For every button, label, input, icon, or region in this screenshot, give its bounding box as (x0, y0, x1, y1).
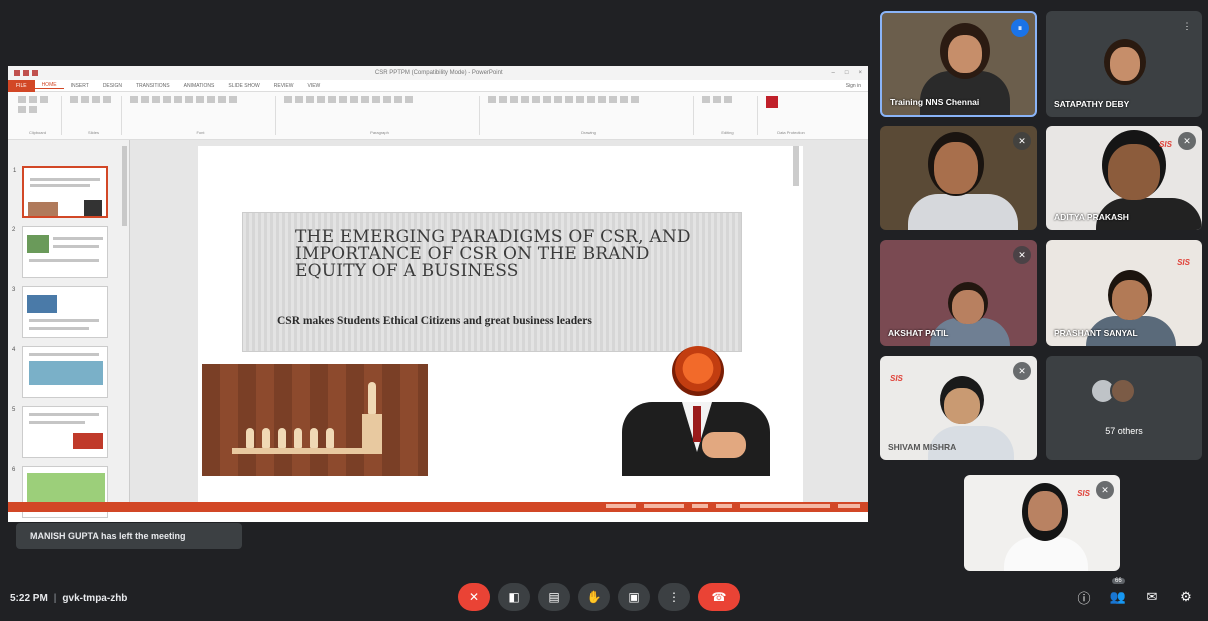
ribbon-group-clipboard[interactable]: Clipboard (14, 96, 62, 135)
participant-name: AKSHAT PATIL (888, 328, 949, 338)
hand-icon[interactable]: ✋ (578, 583, 610, 611)
others-avatars (1090, 378, 1136, 404)
participant-name: SHIVAM MISHRA (888, 442, 957, 452)
participant-name: Training NNS Chennai (890, 97, 980, 107)
slide-thumbnails: 1 2 3 4 5 6 (8, 140, 130, 518)
tab-home[interactable]: HOME (34, 82, 64, 89)
captions-icon[interactable]: ▤ (538, 583, 570, 611)
thumbnail-scrollbar[interactable] (122, 146, 127, 226)
tab-design[interactable]: DESIGN (96, 83, 129, 89)
meeting-time: 5:22 PM (10, 593, 48, 604)
meeting-code: gvk-tmpa-zhb (62, 593, 128, 604)
slide-image-businessman (612, 346, 772, 476)
slide-image-figures (202, 364, 428, 476)
others-tile[interactable]: 57 others (1046, 356, 1202, 460)
info-icon[interactable]: ⓘ (1074, 587, 1094, 607)
call-controls: ✕ ◧ ▤ ✋ ▣ ⋮ ☎ (458, 583, 740, 611)
slide-thumb-4[interactable]: 4 (12, 346, 108, 398)
undo-icon[interactable] (23, 70, 29, 76)
people-icon[interactable]: 66 👥 (1108, 578, 1128, 607)
slide-thumb-1[interactable]: 1 (13, 166, 108, 218)
chat-icon[interactable]: ✉ (1142, 587, 1162, 607)
ppt-titlebar: CSR PPTPM (Compatibility Mode) - PowerPo… (8, 66, 868, 80)
maximize-icon[interactable]: □ (845, 70, 849, 76)
close-icon[interactable]: × (858, 70, 862, 76)
tab-slide-show[interactable]: SLIDE SHOW (221, 83, 266, 89)
ribbon-group-editing[interactable]: Editing (698, 96, 758, 135)
mic-off-icon: ✕ (1178, 132, 1196, 150)
participant-tile[interactable]: ✕ (880, 126, 1037, 230)
avatar (1110, 378, 1136, 404)
mic-off-icon: ✕ (1096, 481, 1114, 499)
slide-title: THE EMERGING PARADIGMS OF CSR, AND IMPOR… (295, 227, 691, 281)
participant-tile[interactable]: ⏸ Training NNS Chennai (880, 11, 1037, 117)
ribbon-group-data-protection[interactable]: Data Protection (762, 96, 820, 135)
ppt-workspace: 1 2 3 4 5 6 THE EMERGING PARADIGMS OF CS… (8, 140, 868, 518)
ribbon: Clipboard Slides Font Paragraph Drawing … (8, 92, 868, 140)
quick-access-toolbar[interactable] (14, 70, 38, 76)
end-call-icon[interactable]: ☎ (698, 583, 740, 611)
others-count-label: 57 others (1105, 426, 1143, 436)
ribbon-group-font[interactable]: Font (126, 96, 276, 135)
tab-insert[interactable]: INSERT (64, 83, 96, 89)
slide-canvas[interactable]: THE EMERGING PARADIGMS OF CSR, AND IMPOR… (198, 146, 803, 508)
more-icon[interactable]: ⋮ (658, 583, 690, 611)
participant-name: ADITYA PRAKASH (1054, 212, 1129, 222)
ribbon-group-slides[interactable]: Slides (66, 96, 122, 135)
slide-subtitle: CSR makes Students Ethical Citizens and … (277, 315, 592, 327)
presentation-window[interactable]: CSR PPTPM (Compatibility Mode) - PowerPo… (8, 66, 868, 522)
bottom-bar: 5:22 PM | gvk-tmpa-zhb ✕ ◧ ▤ ✋ ▣ ⋮ ☎ ⓘ 66 👥… (0, 577, 1208, 621)
people-count-badge: 66 (1112, 578, 1125, 584)
ribbon-group-paragraph[interactable]: Paragraph (280, 96, 480, 135)
activities-icon[interactable]: ⚙ (1176, 587, 1196, 607)
mic-off-icon: ✕ (1013, 362, 1031, 380)
brand-logo: SIS (890, 374, 903, 383)
brand-logo: SIS (1077, 489, 1090, 498)
ppt-statusbar (8, 502, 868, 512)
notification-toast: MANISH GUPTA has left the meeting (16, 523, 242, 549)
tab-animations[interactable]: ANIMATIONS (177, 83, 222, 89)
participant-tile[interactable]: SIS ✕ ADITYA PRAKASH (1046, 126, 1202, 230)
ribbon-tabs: FILE HOME INSERT DESIGN TRANSITIONS ANIM… (8, 79, 868, 92)
slide-scrollbar[interactable] (793, 146, 799, 186)
side-controls: ⓘ 66 👥 ✉ ⚙ (1074, 578, 1196, 607)
mic-off-icon[interactable]: ✕ (458, 583, 490, 611)
sign-in-link[interactable]: Sign in (839, 83, 868, 89)
minimize-icon[interactable]: – (832, 70, 835, 76)
slide-thumb-2[interactable]: 2 (12, 226, 108, 278)
brand-logo: SIS (1159, 140, 1172, 149)
camera-icon[interactable]: ◧ (498, 583, 530, 611)
mic-off-icon: ✕ (1013, 246, 1031, 264)
slide-thumb-3[interactable]: 3 (12, 286, 108, 338)
participant-tile[interactable]: ✕ AKSHAT PATIL (880, 240, 1037, 346)
participant-tile[interactable]: SIS ✕ SHIVAM MISHRA (880, 356, 1037, 460)
mic-off-icon: ✕ (1013, 132, 1031, 150)
ppt-file-title: CSR PPTPM (Compatibility Mode) - PowerPo… (374, 70, 503, 76)
tab-transitions[interactable]: TRANSITIONS (129, 83, 177, 89)
save-icon[interactable] (14, 70, 20, 76)
tab-review[interactable]: REVIEW (267, 83, 301, 89)
self-view-tile[interactable]: SIS ✕ (964, 475, 1120, 571)
brand-logo: SIS (1177, 258, 1190, 267)
participant-name: SATAPATHY DEBY (1054, 99, 1130, 109)
participant-name: PRASHANT SANYAL (1054, 328, 1138, 338)
slide-title-banner: THE EMERGING PARADIGMS OF CSR, AND IMPOR… (242, 212, 742, 352)
window-controls[interactable]: – □ × (832, 70, 862, 76)
participant-tile[interactable]: SIS PRASHANT SANYAL (1046, 240, 1202, 346)
redo-icon[interactable] (32, 70, 38, 76)
tab-view[interactable]: VIEW (301, 83, 328, 89)
meet-window: CSR PPTPM (Compatibility Mode) - PowerPo… (0, 0, 1208, 621)
present-icon[interactable]: ▣ (618, 583, 650, 611)
mic-off-icon: ⋮ (1182, 21, 1192, 31)
tab-file[interactable]: FILE (8, 79, 35, 92)
ribbon-group-drawing[interactable]: Drawing (484, 96, 694, 135)
slide-thumb-5[interactable]: 5 (12, 406, 108, 458)
meeting-info: 5:22 PM | gvk-tmpa-zhb (10, 593, 128, 604)
speaking-indicator-icon: ⏸ (1011, 19, 1029, 37)
participant-tile[interactable]: ⋮ SATAPATHY DEBY (1046, 11, 1202, 117)
